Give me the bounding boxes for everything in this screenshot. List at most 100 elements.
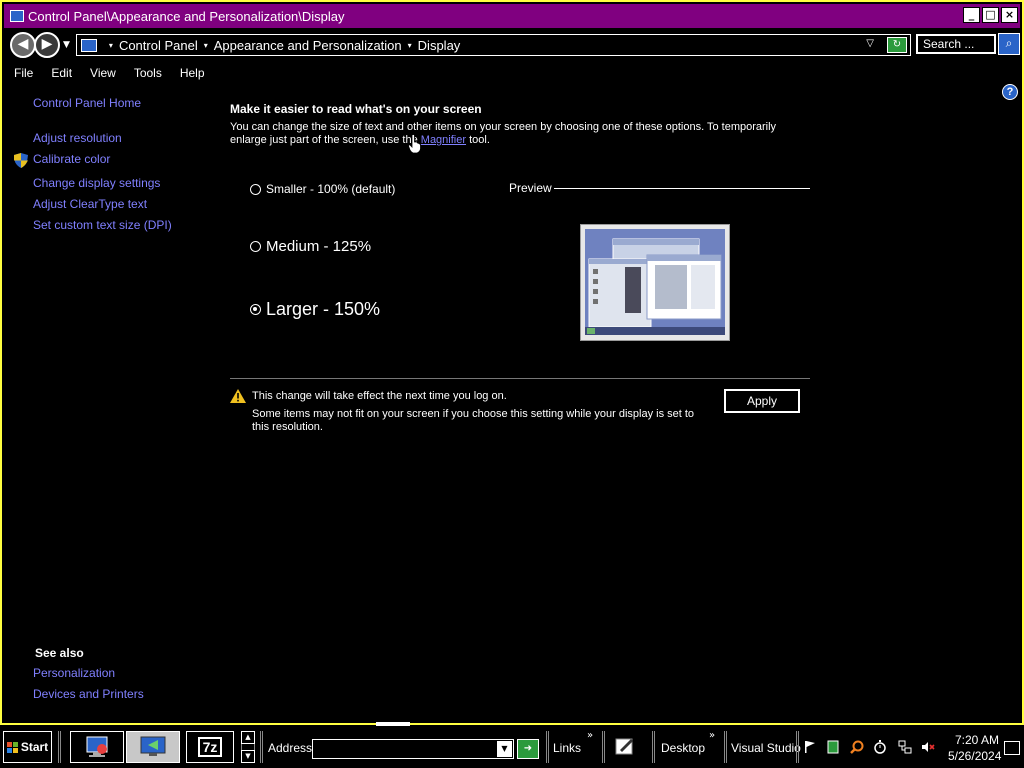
display-preview-image (580, 224, 730, 341)
forward-arrow-icon[interactable]: ▶ (34, 32, 60, 58)
menu-view[interactable]: View (90, 66, 116, 80)
chevron-right-icon[interactable]: ▾ (408, 41, 412, 50)
description-text: You can change the size of text and othe… (230, 121, 777, 146)
option-smaller-label: Smaller - 100% (default) (266, 182, 396, 196)
start-button[interactable]: Start (3, 731, 52, 763)
breadcrumb[interactable]: ▾ Control Panel ▾ Appearance and Persona… (75, 34, 911, 56)
description-text-end: tool. (466, 134, 490, 146)
toolbar-grip[interactable] (546, 731, 549, 763)
menu-bar: File Edit View Tools Help (14, 66, 223, 80)
menu-help[interactable]: Help (180, 66, 205, 80)
toolbar-grip[interactable] (724, 731, 727, 763)
breadcrumb-control-panel[interactable]: Control Panel (119, 38, 198, 53)
toolbar-grip[interactable] (652, 731, 655, 763)
volume-muted-icon[interactable] (921, 740, 935, 754)
taskbar: Start 7z ▲ ▼ Address ▼ ➜ Links » Desktop… (0, 722, 1024, 768)
radio-medium[interactable] (250, 241, 261, 252)
sidebar-item-custom-text-size[interactable]: Set custom text size (DPI) (33, 218, 172, 232)
address-toolbar-label: Address (268, 741, 313, 755)
option-medium[interactable]: Medium - 125% (250, 238, 371, 255)
magnifier-link[interactable]: Magnifier (421, 134, 466, 146)
sidebar-item-adjust-cleartype[interactable]: Adjust ClearType text (33, 197, 147, 211)
refresh-icon[interactable]: ↻ (886, 37, 907, 53)
navigation-bar: ◀ ▶ ▼ ▾ Control Panel ▾ Appearance and P… (4, 30, 1020, 60)
magnifier-icon[interactable] (850, 740, 864, 754)
breadcrumb-appearance[interactable]: Appearance and Personalization (214, 38, 402, 53)
computer-icon (80, 38, 97, 52)
start-label: Start (20, 740, 49, 754)
network-icon[interactable] (898, 740, 912, 754)
chevron-right-icon[interactable]: » (709, 730, 715, 741)
breadcrumb-display[interactable]: Display (418, 38, 461, 53)
chevron-right-icon[interactable]: ▾ (204, 41, 208, 50)
sidebar-item-change-display-settings[interactable]: Change display settings (33, 176, 160, 190)
sidebar-item-adjust-resolution[interactable]: Adjust resolution (33, 131, 122, 145)
chevron-down-icon[interactable]: ▽ (866, 38, 874, 49)
toolbar-grip[interactable] (602, 731, 605, 763)
control-panel-icon (10, 10, 24, 22)
sidebar-item-calibrate-color[interactable]: Calibrate color (33, 152, 110, 166)
taskbar-app-control-panel[interactable] (70, 731, 124, 763)
taskbar-grip[interactable] (58, 731, 61, 763)
close-button[interactable]: × (1001, 7, 1018, 23)
taskbar-address-input[interactable]: ▼ (312, 739, 514, 759)
taskbar-scroll[interactable]: ▲ ▼ (241, 731, 255, 763)
sidebar-item-control-panel-home[interactable]: Control Panel Home (33, 96, 141, 110)
option-smaller[interactable]: Smaller - 100% (default) (250, 182, 395, 196)
preview-label: Preview (509, 181, 552, 195)
control-panel-icon (86, 736, 108, 757)
preview-divider (554, 188, 810, 189)
chevron-down-icon[interactable]: ▼ (497, 741, 512, 757)
7zip-label: 7z (197, 737, 223, 757)
see-also-personalization[interactable]: Personalization (33, 666, 115, 680)
windows-flag-icon (6, 741, 18, 753)
menu-edit[interactable]: Edit (51, 66, 72, 80)
radio-larger[interactable] (250, 304, 261, 315)
clock-time[interactable]: 7:20 AM (955, 733, 999, 747)
menu-tools[interactable]: Tools (134, 66, 162, 80)
taskbar-app-7zip[interactable]: 7z (186, 731, 234, 763)
minimize-button[interactable]: _ (963, 7, 980, 23)
back-arrow-icon[interactable]: ◀ (10, 32, 36, 58)
see-also-devices-printers[interactable]: Devices and Printers (33, 687, 144, 701)
warning-text: This change will take effect the next ti… (252, 390, 507, 402)
clock-date[interactable]: 5/26/2024 (948, 749, 1001, 763)
go-icon[interactable]: ➜ (517, 739, 539, 759)
warning-detail-text: Some items may not fit on your screen if… (252, 408, 695, 433)
history-dropdown-icon[interactable]: ▼ (63, 40, 70, 50)
flag-icon[interactable] (803, 740, 817, 754)
display-icon (140, 736, 166, 756)
option-medium-label: Medium - 125% (266, 238, 372, 255)
scroll-down-icon[interactable]: ▼ (241, 750, 255, 763)
window-title: Control Panel\Appearance and Personaliza… (28, 8, 345, 24)
chevron-right-icon[interactable]: » (587, 730, 593, 741)
help-icon[interactable]: ? (1002, 84, 1018, 100)
chevron-right-icon[interactable]: ▾ (109, 41, 113, 50)
title-bar[interactable]: Control Panel\Appearance and Personaliza… (4, 4, 1020, 28)
search-icon[interactable]: ⌕ (998, 33, 1020, 55)
taskbar-resize-handle[interactable] (376, 722, 410, 726)
notepad-icon[interactable] (614, 736, 636, 756)
toolbar-grip[interactable] (260, 731, 263, 763)
menu-file[interactable]: File (14, 66, 33, 80)
uac-shield-icon (14, 153, 28, 168)
apply-button[interactable]: Apply (724, 389, 800, 413)
show-desktop-button[interactable] (1004, 741, 1020, 755)
stopwatch-icon[interactable] (873, 740, 887, 754)
tray-divider (796, 731, 799, 763)
links-toolbar-label[interactable]: Links (553, 741, 581, 755)
option-larger-label: Larger - 150% (266, 299, 381, 319)
preview-illustration (585, 229, 725, 335)
radio-smaller[interactable] (250, 183, 261, 195)
maximize-button[interactable]: □ (982, 7, 999, 23)
warning-divider (230, 378, 810, 379)
green-status-icon[interactable] (826, 740, 840, 754)
visual-studio-toolbar-label[interactable]: Visual Studio (731, 741, 801, 755)
taskbar-app-display[interactable] (126, 731, 180, 763)
option-larger[interactable]: Larger - 150% (250, 299, 380, 320)
warning-icon (230, 389, 246, 403)
search-input[interactable]: Search ... (916, 34, 996, 54)
scroll-up-icon[interactable]: ▲ (241, 731, 255, 744)
desktop-toolbar-label[interactable]: Desktop (661, 741, 705, 755)
see-also-heading: See also (35, 646, 84, 660)
